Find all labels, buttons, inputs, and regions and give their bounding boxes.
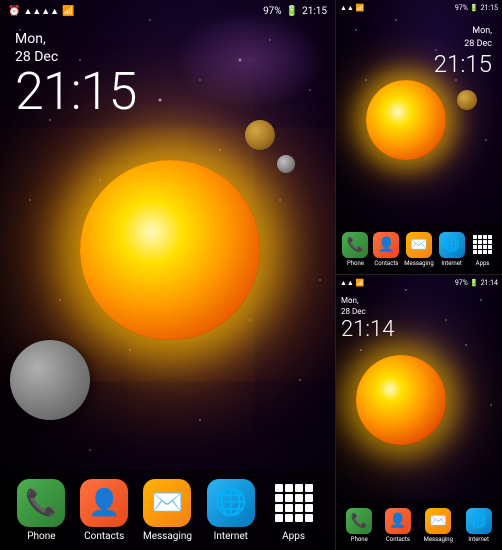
right-bottom-contacts-label: Contacts: [386, 536, 410, 543]
right-top-apps-label: Apps: [476, 260, 490, 267]
phone-label: Phone: [27, 531, 55, 542]
right-bottom-phone-label: Phone: [351, 536, 368, 543]
dock-item-contacts[interactable]: 👤 Contacts: [80, 479, 128, 542]
right-bottom-phone-icon[interactable]: 📞: [346, 508, 372, 534]
messaging-label: Messaging: [143, 531, 192, 542]
right-bottom-dock-phone[interactable]: 📞 Phone: [346, 508, 372, 543]
right-bottom-date: Mon, 28 Dec: [341, 295, 394, 317]
alarm-icon: ⏰: [8, 6, 20, 17]
right-bottom-contacts-icon[interactable]: 👤: [385, 508, 411, 534]
right-top-dock-internet[interactable]: 🌐 Internet: [439, 232, 465, 267]
apps-grid: [275, 484, 313, 522]
dock: 📞 Phone 👤 Contacts ✉️ Messaging 🌐 Intern…: [0, 470, 335, 550]
right-top-wifi-icon: 📶: [356, 4, 365, 12]
right-top-signal-icon: ▲▲: [340, 4, 354, 12]
right-bottom-signal-icon: ▲▲: [340, 279, 354, 287]
right-bottom-screenshot: ▲▲ 📶 97% 🔋 21:14 Mon, 28 Dec 21:14 📞 Pho…: [336, 275, 502, 550]
right-panel: ▲▲ 📶 97% 🔋 21:15 Mon, 28 Dec 21:15 📞 Pho…: [335, 0, 502, 550]
right-bottom-dock: 📞 Phone 👤 Contacts ✉️ Messaging 🌐 Intern…: [336, 500, 502, 550]
right-top-internet-icon[interactable]: 🌐: [439, 232, 465, 258]
contacts-label: Contacts: [84, 531, 124, 542]
right-top-phone-icon[interactable]: 📞: [342, 232, 368, 258]
right-top-time: 21:15: [434, 50, 492, 78]
apps-label: Apps: [282, 531, 305, 542]
right-bottom-dock-internet[interactable]: 🌐 Internet: [466, 508, 492, 543]
nebula: [175, 10, 325, 110]
right-bottom-dock-contacts[interactable]: 👤 Contacts: [385, 508, 411, 543]
right-top-dock: 📞 Phone 👤 Contacts ✉️ Messaging 🌐 Intern…: [336, 224, 502, 274]
right-top-messaging-icon[interactable]: ✉️: [406, 232, 432, 258]
right-top-status-icons: ▲▲ 📶: [340, 4, 365, 12]
right-bottom-status-icons: ▲▲ 📶: [340, 279, 365, 287]
right-bottom-time: 21:14: [341, 317, 394, 342]
dock-item-apps[interactable]: Apps: [270, 479, 318, 542]
right-top-sun: [366, 80, 446, 160]
internet-label: Internet: [214, 531, 248, 542]
dock-item-messaging[interactable]: ✉️ Messaging: [143, 479, 192, 542]
phone-icon[interactable]: 📞: [17, 479, 65, 527]
right-top-dock-phone[interactable]: 📞 Phone: [342, 232, 368, 267]
right-bottom-internet-icon[interactable]: 🌐: [466, 508, 492, 534]
right-bottom-messaging-icon[interactable]: ✉️: [425, 508, 451, 534]
right-top-phone-label: Phone: [347, 260, 364, 267]
right-top-status-time: 21:15: [481, 4, 498, 12]
right-top-battery-percent: 97%: [455, 4, 468, 12]
status-icons-left: ⏰ ▲▲▲▲ 📶: [8, 6, 75, 17]
right-bottom-internet-label: Internet: [468, 536, 489, 543]
moon-planet: [10, 340, 90, 420]
planet-tiny: [277, 155, 295, 173]
clock-time: 21:15: [15, 66, 136, 118]
dock-item-phone[interactable]: 📞 Phone: [17, 479, 65, 542]
contacts-icon[interactable]: 👤: [80, 479, 128, 527]
right-top-internet-label: Internet: [441, 260, 462, 267]
right-bottom-status-right: 97% 🔋 21:14: [455, 279, 498, 287]
right-top-apps-icon[interactable]: [470, 232, 496, 258]
right-bottom-clock: Mon, 28 Dec 21:14: [341, 295, 394, 342]
right-top-apps-grid: [473, 235, 492, 254]
right-top-status-bar: ▲▲ 📶 97% 🔋 21:15: [336, 0, 502, 16]
left-screenshot: ⏰ ▲▲▲▲ 📶 97% 🔋 21:15 Mon, 28 Dec 21:15 📞…: [0, 0, 335, 550]
clock-area: Mon, 28 Dec 21:15: [15, 30, 136, 118]
right-top-battery-icon: 🔋: [470, 4, 479, 12]
right-top-screenshot: ▲▲ 📶 97% 🔋 21:15 Mon, 28 Dec 21:15 📞 Pho…: [336, 0, 502, 275]
right-bottom-status-bar: ▲▲ 📶 97% 🔋 21:14: [336, 275, 502, 291]
right-bottom-battery-icon: 🔋: [470, 279, 479, 287]
right-bottom-status-time: 21:14: [481, 279, 498, 287]
battery-icon: 🔋: [286, 6, 298, 17]
internet-icon[interactable]: 🌐: [207, 479, 255, 527]
right-top-planet: [457, 90, 477, 110]
right-bottom-battery-percent: 97%: [455, 279, 468, 287]
right-bottom-messaging-label: Messaging: [424, 536, 453, 543]
status-time: 21:15: [302, 6, 327, 17]
signal-icon: ▲▲▲▲: [23, 6, 59, 17]
right-top-dock-apps[interactable]: Apps: [470, 232, 496, 267]
right-bottom-sun: [356, 355, 446, 445]
wifi-icon: 📶: [62, 6, 74, 17]
right-top-contacts-icon[interactable]: 👤: [373, 232, 399, 258]
apps-icon[interactable]: [270, 479, 318, 527]
right-top-status-right: 97% 🔋 21:15: [455, 4, 498, 12]
sun-planet: [80, 160, 260, 340]
right-top-messaging-label: Messaging: [404, 260, 433, 267]
status-right: 97% 🔋 21:15: [263, 6, 327, 17]
right-bottom-dock-messaging[interactable]: ✉️ Messaging: [424, 508, 453, 543]
battery-percent: 97%: [263, 6, 282, 17]
right-top-clock: Mon, 28 Dec 21:15: [434, 25, 492, 78]
planet-small: [245, 120, 275, 150]
right-top-contacts-label: Contacts: [374, 260, 398, 267]
right-top-date: Mon, 28 Dec: [434, 25, 492, 50]
right-top-dock-contacts[interactable]: 👤 Contacts: [373, 232, 399, 267]
right-top-dock-messaging[interactable]: ✉️ Messaging: [404, 232, 433, 267]
status-bar: ⏰ ▲▲▲▲ 📶 97% 🔋 21:15: [0, 0, 335, 22]
dock-item-internet[interactable]: 🌐 Internet: [207, 479, 255, 542]
right-bottom-wifi-icon: 📶: [356, 279, 365, 287]
messaging-icon[interactable]: ✉️: [143, 479, 191, 527]
